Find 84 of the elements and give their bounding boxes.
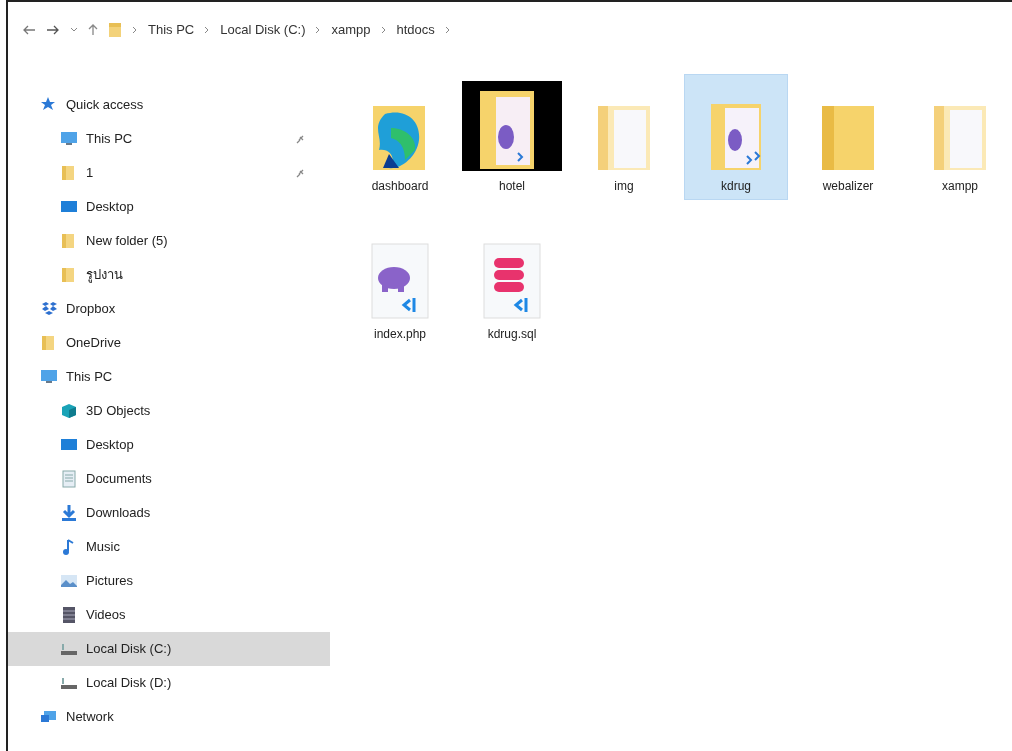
download-icon (60, 504, 78, 522)
sidebar-item[interactable]: Desktop (8, 428, 330, 462)
file-name: img (614, 178, 634, 195)
file-item[interactable]: dashboard (348, 74, 452, 200)
sidebar-item-label: Pictures (86, 572, 133, 591)
sidebar-item[interactable]: OneDrive (8, 326, 330, 360)
file-name: kdrug.sql (487, 326, 537, 343)
chevron-right-icon[interactable] (315, 26, 322, 34)
database-file-icon (483, 243, 541, 319)
sidebar-item-label: Network (66, 708, 114, 727)
sidebar-item-label: This PC (66, 368, 113, 387)
dropbox-icon (40, 300, 58, 318)
document-icon (60, 470, 78, 488)
sidebar-item-label: Documents (86, 470, 152, 489)
sidebar-item-label: 1 (86, 164, 94, 183)
monitor-icon (60, 130, 78, 148)
file-item[interactable]: index.php (348, 222, 452, 348)
folder-icon (462, 81, 562, 171)
folder-icon (933, 105, 987, 171)
sidebar-item[interactable]: Network (8, 700, 330, 734)
file-name: webalizer (822, 178, 874, 195)
sidebar-item[interactable]: Videos (8, 598, 330, 632)
file-item[interactable]: xampp (908, 74, 1012, 200)
sidebar-item[interactable]: Pictures (8, 564, 330, 598)
picture-icon (60, 572, 78, 590)
sidebar-item[interactable]: 3D Objects (8, 394, 330, 428)
file-name: hotel (499, 178, 525, 195)
sidebar-item[interactable]: Local Disk (C:) (8, 632, 330, 666)
chevron-right-icon[interactable] (132, 26, 138, 34)
file-name: dashboard (371, 178, 429, 195)
back-arrow-icon[interactable] (22, 25, 36, 35)
sidebar-item-label: Dropbox (66, 300, 116, 319)
sidebar-item[interactable]: Documents (8, 462, 330, 496)
sidebar-item[interactable]: This PC (8, 360, 330, 394)
sidebar-item-label: Desktop (86, 198, 134, 217)
folder-icon (373, 105, 427, 171)
php-file-icon (371, 243, 429, 319)
sidebar-item[interactable]: Local Disk (D:) (8, 666, 330, 700)
chevron-right-icon[interactable] (444, 26, 451, 34)
breadcrumb-segment[interactable]: This PC (148, 20, 195, 40)
sidebar-item[interactable]: This PC (8, 122, 330, 156)
file-name: xampp (942, 178, 978, 195)
sidebar-item-label: 3D Objects (86, 402, 151, 421)
folder-icon (820, 105, 876, 171)
file-name: kdrug (721, 178, 751, 195)
sidebar-item-label: Downloads (86, 504, 151, 523)
sidebar-item-label: This PC (86, 130, 133, 149)
file-item[interactable]: img (572, 74, 676, 200)
sidebar-item[interactable]: New folder (5) (8, 224, 330, 258)
file-item[interactable]: kdrug.sql (460, 222, 564, 348)
sidebar-item[interactable]: Quick access (8, 88, 330, 122)
sidebar-item-label: Local Disk (C:) (86, 640, 172, 659)
breadcrumb-segment[interactable]: Local Disk (C:) (220, 20, 306, 40)
forward-arrow-icon[interactable] (46, 25, 60, 35)
breadcrumb-segment[interactable]: htdocs (396, 20, 435, 40)
sidebar-item-label: Desktop (86, 436, 134, 455)
sidebar-item[interactable]: Music (8, 530, 330, 564)
file-item[interactable]: hotel (460, 74, 564, 200)
monitor-icon (40, 368, 58, 386)
sidebar-item-label: OneDrive (66, 334, 121, 353)
file-item[interactable]: webalizer (796, 74, 900, 200)
sidebar-item-label: Music (86, 538, 120, 557)
chevron-right-icon[interactable] (204, 26, 211, 34)
cube-icon (60, 402, 78, 420)
sidebar-item-label: Quick access (66, 96, 144, 115)
sidebar-item[interactable]: 1 (8, 156, 330, 190)
folder-icon (597, 105, 651, 171)
folder-icon (710, 103, 762, 171)
chevron-right-icon[interactable] (380, 26, 387, 34)
sidebar-item[interactable]: Downloads (8, 496, 330, 530)
sidebar-item[interactable]: รูปงาน (8, 258, 330, 292)
breadcrumb-segment[interactable]: xampp (331, 20, 371, 40)
sidebar-item[interactable]: Dropbox (8, 292, 330, 326)
sidebar-item-label: New folder (5) (86, 232, 168, 251)
sidebar-item-label: รูปงาน (86, 266, 123, 285)
up-arrow-icon[interactable] (88, 24, 98, 36)
folder-icon (108, 22, 122, 38)
sidebar-item-label: Videos (86, 606, 126, 625)
file-item[interactable]: kdrug (684, 74, 788, 200)
film-icon (60, 606, 78, 624)
chevron-down-icon[interactable] (70, 27, 78, 33)
file-name: index.php (373, 326, 426, 343)
sidebar-item[interactable]: Desktop (8, 190, 330, 224)
sidebar-item-label: Local Disk (D:) (86, 674, 172, 693)
